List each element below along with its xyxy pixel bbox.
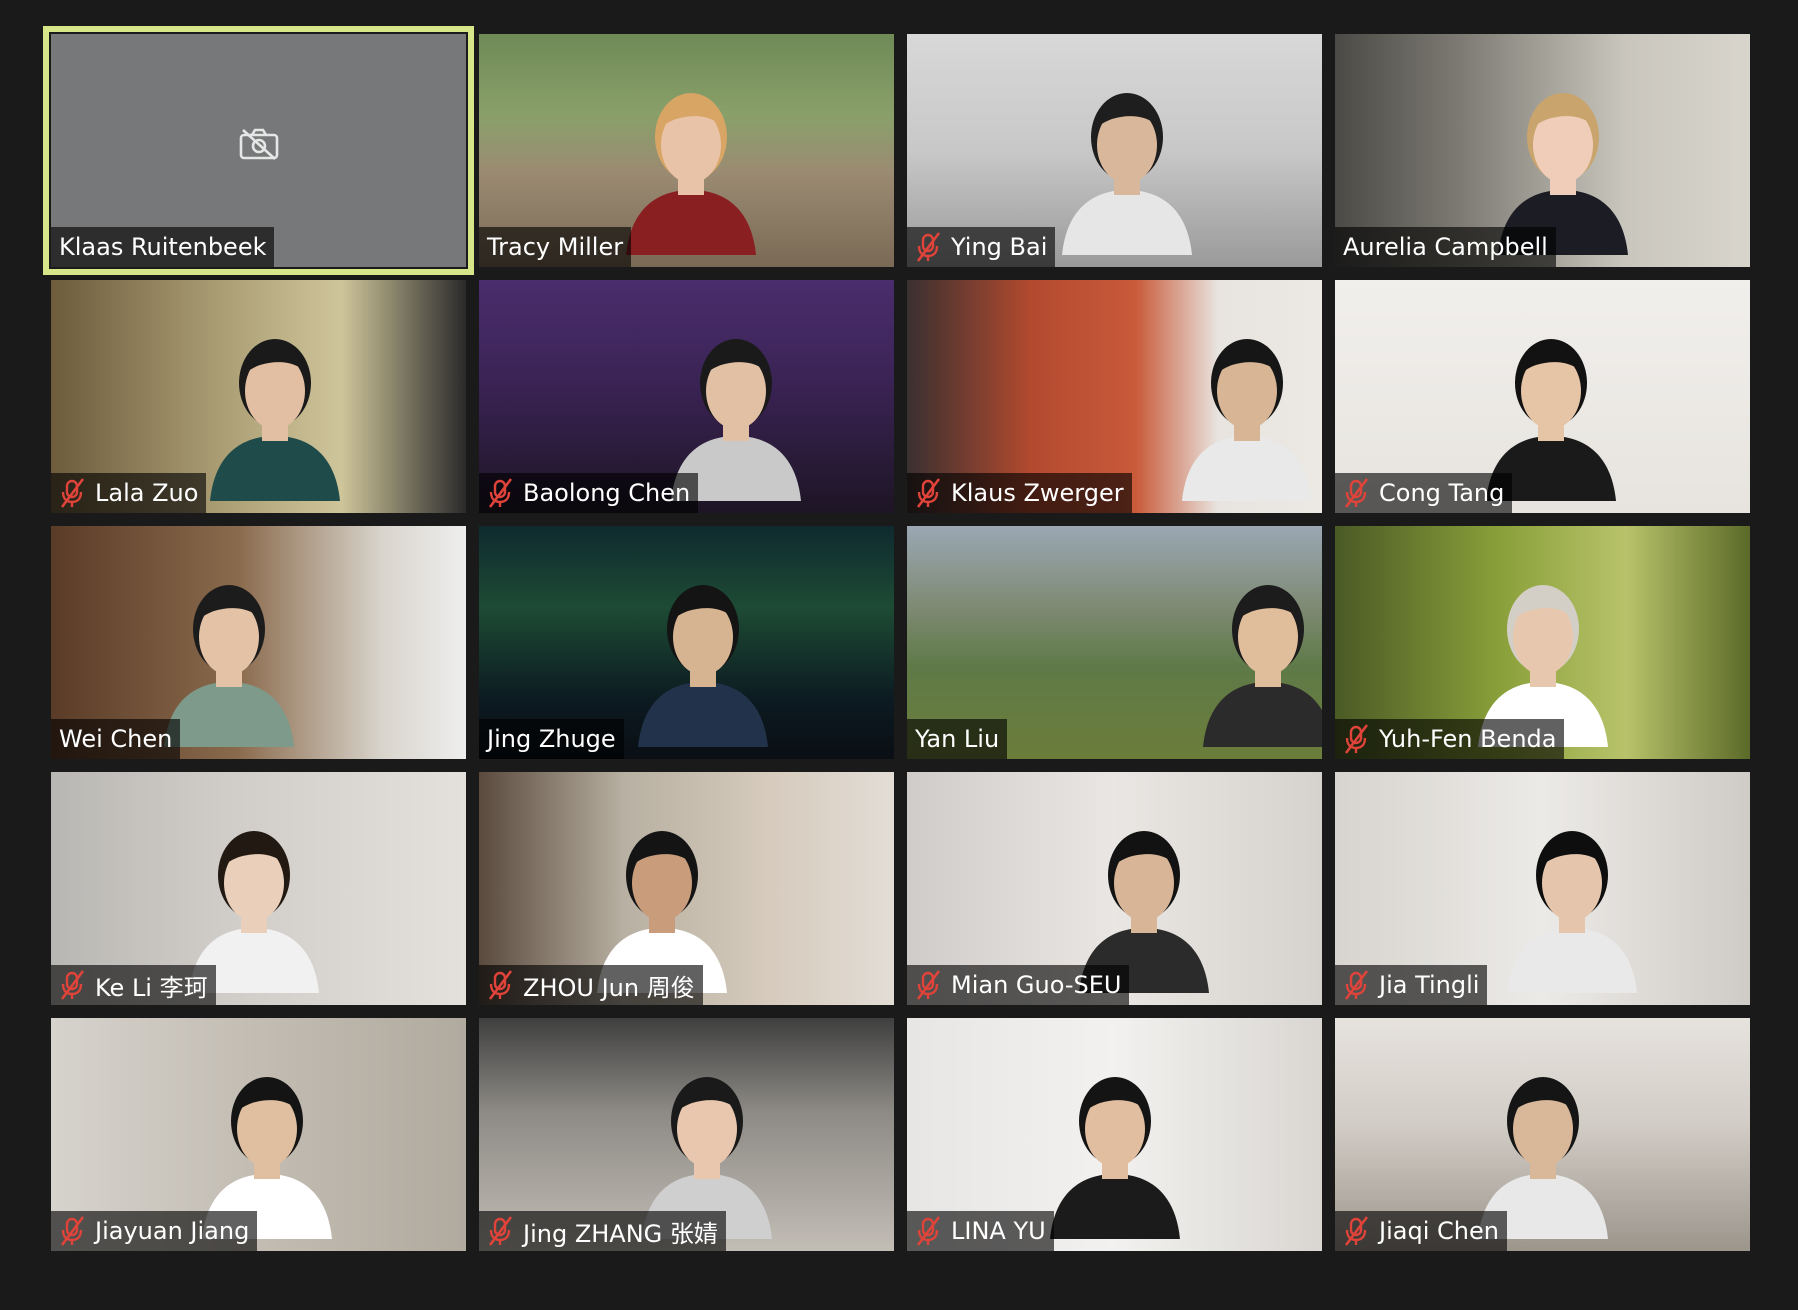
participant-nameplate: Jiaqi Chen: [1335, 1211, 1507, 1251]
participant-name: Yan Liu: [915, 725, 1000, 753]
participant-tile[interactable]: Jiayuan Jiang: [51, 1018, 466, 1251]
participant-nameplate: Jiayuan Jiang: [51, 1211, 258, 1251]
microphone-muted-icon: [915, 1216, 941, 1246]
participant-name: Ying Bai: [951, 233, 1048, 261]
participant-name: Baolong Chen: [523, 479, 691, 507]
camera-off-icon: [238, 126, 280, 162]
participant-name: ZHOU Jun 周俊: [523, 973, 695, 1002]
participant-nameplate: Jia Tingli: [1335, 965, 1488, 1005]
participant-nameplate: Mian Guo-SEU: [907, 965, 1130, 1005]
microphone-muted-icon: [1343, 478, 1369, 508]
participant-nameplate: Aurelia Campbell: [1335, 227, 1556, 267]
microphone-muted-icon: [59, 478, 85, 508]
microphone-muted-icon: [915, 232, 941, 262]
participant-tile[interactable]: Yuh-Fen Benda: [1335, 526, 1750, 759]
participant-tile[interactable]: Ying Bai: [907, 34, 1322, 267]
participant-video: [1193, 557, 1322, 747]
participant-tile[interactable]: Jiaqi Chen: [1335, 1018, 1750, 1251]
participant-video: [1040, 1049, 1190, 1239]
microphone-muted-icon: [1343, 970, 1369, 1000]
participant-tile[interactable]: Jia Tingli: [1335, 772, 1750, 1005]
participant-name: Lala Zuo: [95, 479, 199, 507]
participant-video: [1052, 65, 1202, 255]
participant-name: Mian Guo-SEU: [951, 971, 1122, 999]
participant-nameplate: Ying Bai: [907, 227, 1056, 267]
participant-video: [628, 557, 778, 747]
microphone-muted-icon: [915, 970, 941, 1000]
participant-name: Klaus Zwerger: [951, 479, 1124, 507]
participant-tile[interactable]: Klaas Ruitenbeek: [43, 26, 474, 275]
participant-name: Tracy Miller: [487, 233, 624, 261]
participant-name: Wei Chen: [59, 725, 173, 753]
participant-nameplate: Cong Tang: [1335, 473, 1513, 513]
participant-name: Jia Tingli: [1379, 971, 1480, 999]
participant-video: [1172, 311, 1322, 501]
participant-tile[interactable]: Jing ZHANG 张婧: [479, 1018, 894, 1251]
participant-nameplate: Jing ZHANG 张婧: [479, 1211, 726, 1251]
microphone-muted-icon: [1343, 724, 1369, 754]
participant-name: LINA YU: [951, 1217, 1046, 1245]
participant-nameplate: Wei Chen: [51, 719, 181, 759]
microphone-muted-icon: [1343, 1216, 1369, 1246]
participant-name: Cong Tang: [1379, 479, 1505, 507]
participant-name: Jiayuan Jiang: [95, 1217, 250, 1245]
participant-tile[interactable]: Jing Zhuge: [479, 526, 894, 759]
participant-nameplate: Yan Liu: [907, 719, 1008, 759]
participant-video: [200, 311, 350, 501]
microphone-muted-icon: [487, 478, 513, 508]
participant-tile[interactable]: LINA YU: [907, 1018, 1322, 1251]
participant-nameplate: Klaas Ruitenbeek: [51, 227, 275, 267]
microphone-muted-icon: [915, 478, 941, 508]
participant-nameplate: Tracy Miller: [479, 227, 632, 267]
participant-tile[interactable]: Klaus Zwerger: [907, 280, 1322, 513]
participant-nameplate: Ke Li 李珂: [51, 965, 216, 1005]
microphone-muted-icon: [487, 1216, 513, 1246]
microphone-muted-icon: [59, 1216, 85, 1246]
participant-nameplate: Lala Zuo: [51, 473, 207, 513]
participant-tile[interactable]: Wei Chen: [51, 526, 466, 759]
participant-name: Yuh-Fen Benda: [1379, 725, 1557, 753]
participant-nameplate: Yuh-Fen Benda: [1335, 719, 1565, 759]
participant-name: Ke Li 李珂: [95, 973, 208, 1002]
participant-tile[interactable]: Tracy Miller: [479, 34, 894, 267]
microphone-muted-icon: [59, 970, 85, 1000]
participant-tile[interactable]: Aurelia Campbell: [1335, 34, 1750, 267]
participant-tile[interactable]: Ke Li 李珂: [51, 772, 466, 1005]
participant-nameplate: Jing Zhuge: [479, 719, 624, 759]
gallery-grid: Klaas Ruitenbeek Tracy Miller Ying Bai Aure…: [43, 26, 1753, 1252]
participant-video: [1497, 803, 1647, 993]
participant-name: Jing Zhuge: [487, 725, 616, 753]
participant-video: [616, 65, 766, 255]
participant-name: Klaas Ruitenbeek: [59, 233, 267, 261]
participant-tile[interactable]: ZHOU Jun 周俊: [479, 772, 894, 1005]
participant-name: Jing ZHANG 张婧: [523, 1219, 718, 1248]
participant-nameplate: Baolong Chen: [479, 473, 699, 513]
participant-name: Jiaqi Chen: [1379, 1217, 1499, 1245]
microphone-muted-icon: [487, 970, 513, 1000]
participant-nameplate: Klaus Zwerger: [907, 473, 1132, 513]
participant-name: Aurelia Campbell: [1343, 233, 1548, 261]
participant-tile[interactable]: Mian Guo-SEU: [907, 772, 1322, 1005]
participant-nameplate: ZHOU Jun 周俊: [479, 965, 703, 1005]
participant-tile[interactable]: Lala Zuo: [51, 280, 466, 513]
participant-tile[interactable]: Baolong Chen: [479, 280, 894, 513]
participant-tile[interactable]: Yan Liu: [907, 526, 1322, 759]
participant-tile[interactable]: Cong Tang: [1335, 280, 1750, 513]
participant-nameplate: LINA YU: [907, 1211, 1054, 1251]
